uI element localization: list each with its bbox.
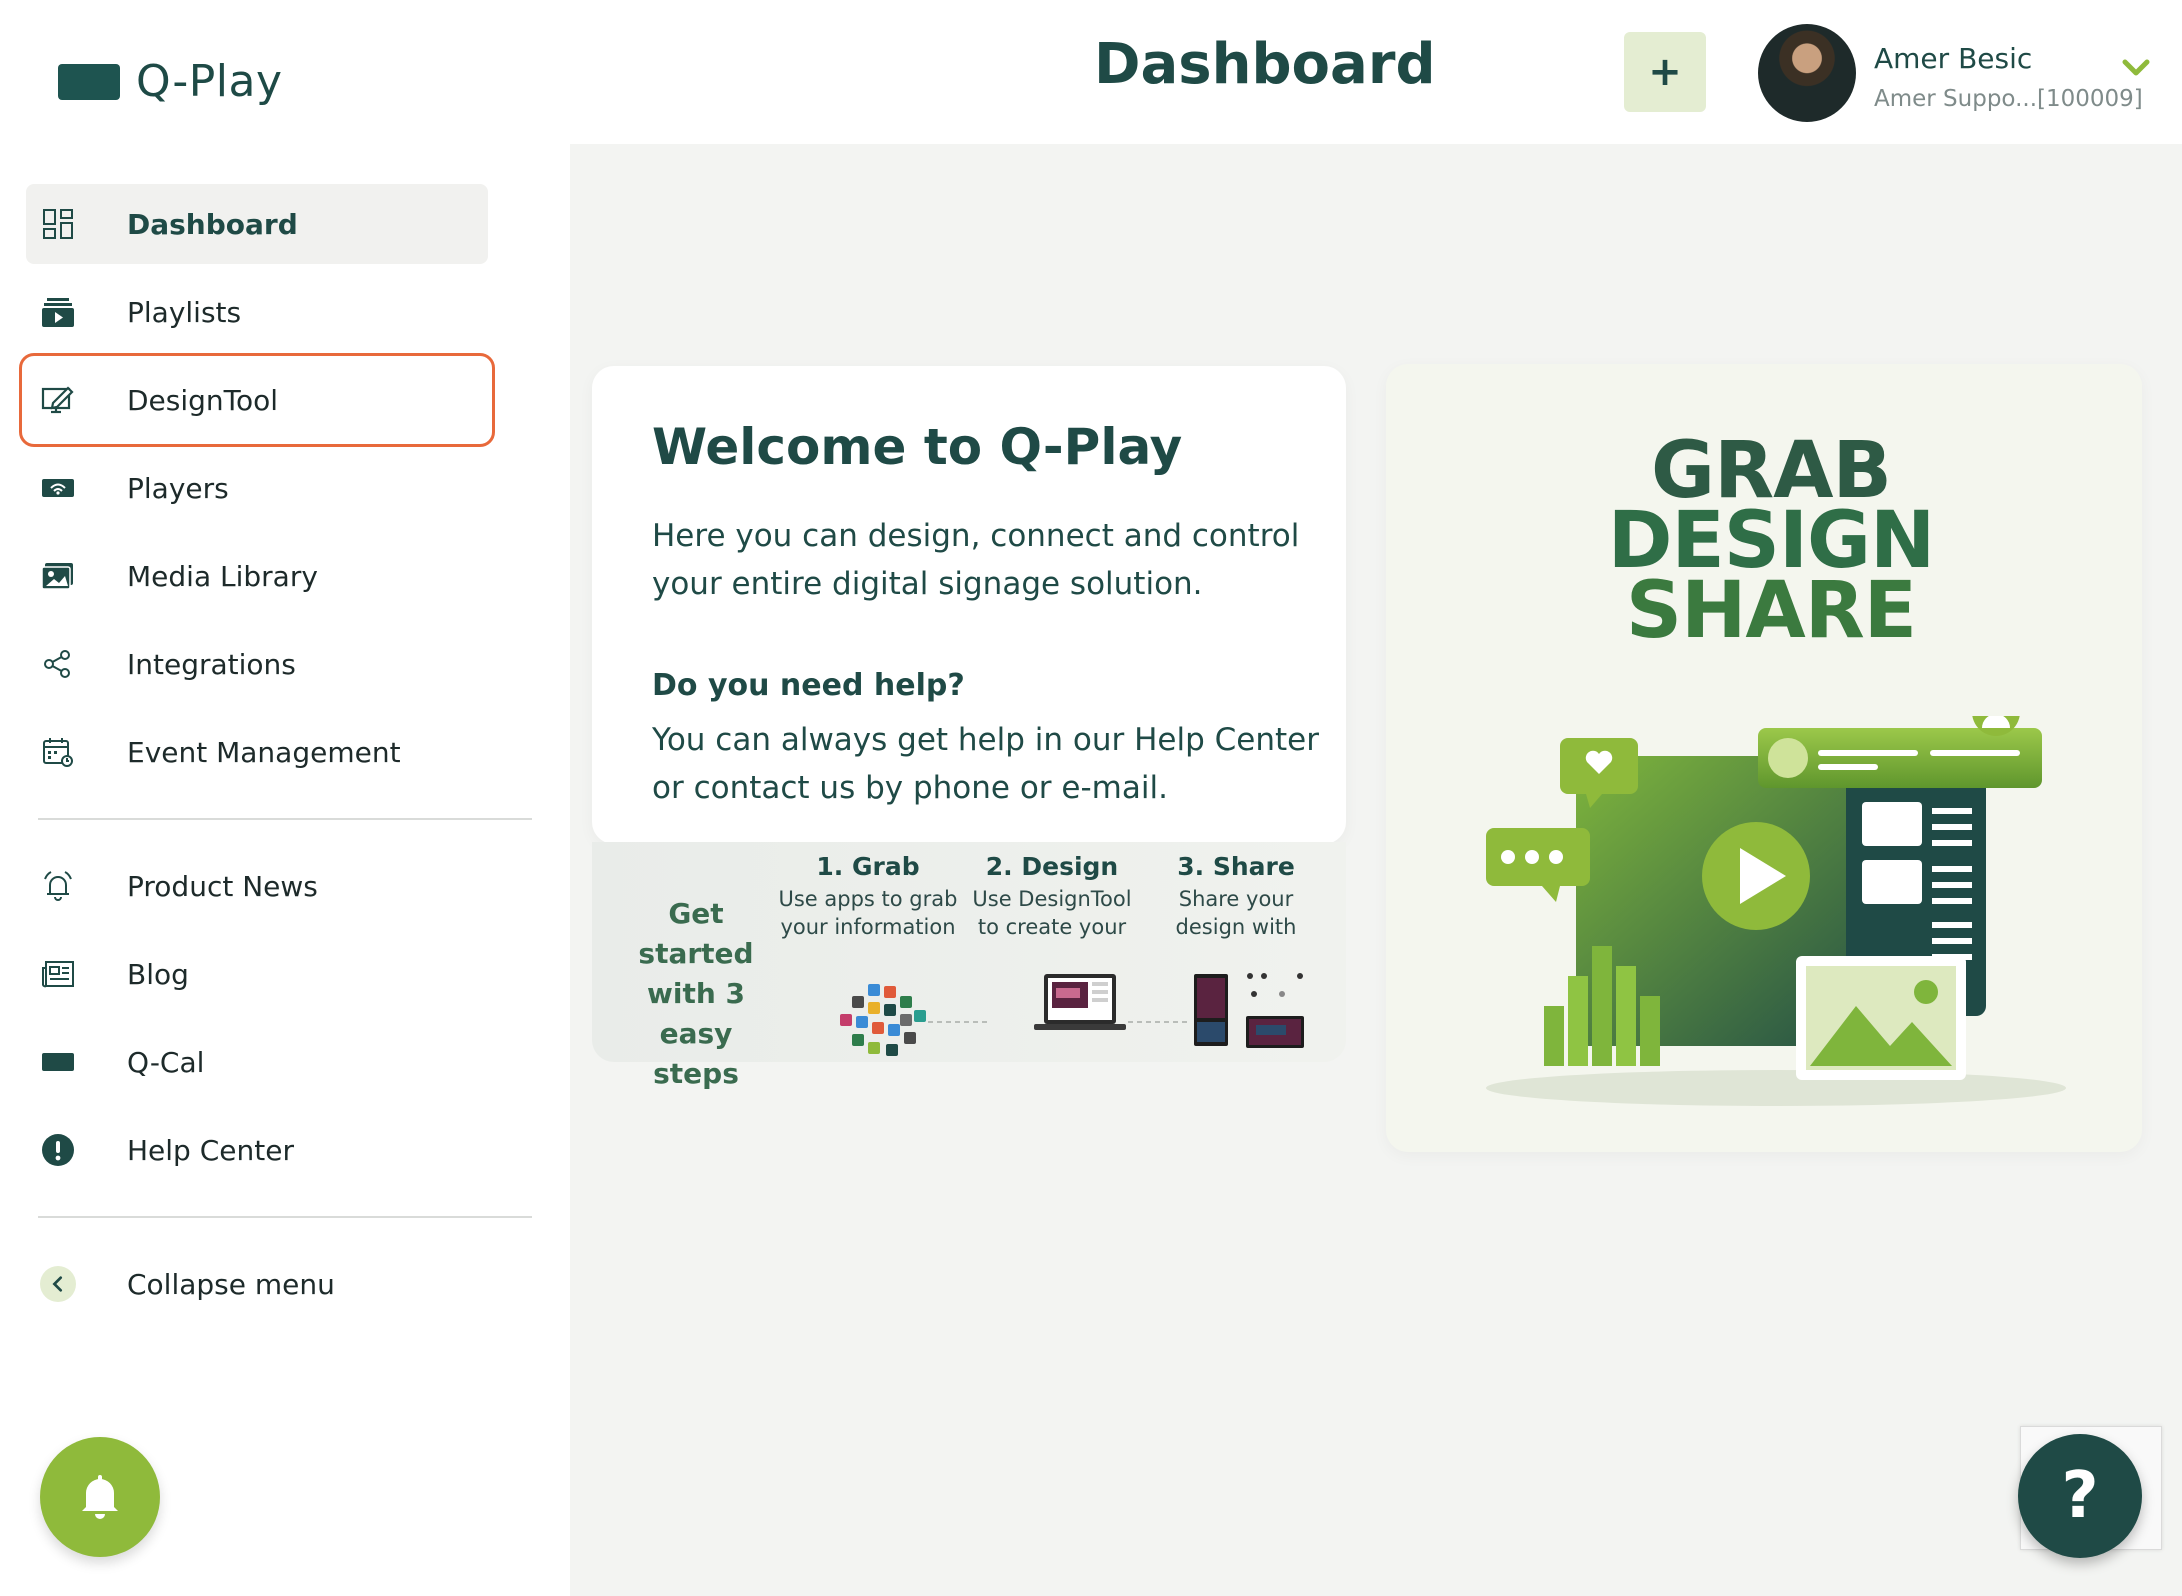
newspaper-icon	[40, 956, 76, 992]
welcome-title: Welcome to Q-Play	[652, 418, 1183, 476]
main-nav: Dashboard Playlists DesignTool Players M…	[19, 184, 532, 1332]
share-nodes-icon	[40, 646, 76, 682]
help-title: Do you need help?	[652, 668, 965, 703]
calendar-icon	[40, 734, 76, 770]
main-content: Welcome to Q-Play Here you can design, c…	[570, 144, 2182, 1596]
sidebar-item-label: Playlists	[127, 295, 242, 329]
apps-cluster-icon	[840, 984, 926, 1056]
sidebar-item-label: DesignTool	[127, 383, 279, 417]
sidebar-item-media-library[interactable]: Media Library	[26, 536, 532, 616]
dashed-connector	[928, 1021, 988, 1023]
sidebar-item-label: Integrations	[127, 647, 296, 681]
digital-signage-illustration	[1486, 716, 2066, 1106]
step-share: 3. Share Share your design with	[1146, 852, 1326, 941]
top-header: Dashboard + Amer Besic Amer Suppo...[100…	[570, 0, 2182, 144]
chevron-down-icon[interactable]	[2122, 58, 2150, 78]
nav-divider	[38, 1216, 532, 1218]
help-text: You can always get help in our Help Cent…	[652, 722, 1319, 806]
step-grab: 1. Grab Use apps to grab your informatio…	[778, 852, 958, 941]
nav-divider	[38, 818, 532, 820]
sidebar-item-label: Q-Cal	[127, 1045, 205, 1079]
sidebar-item-players[interactable]: Players	[26, 448, 532, 528]
sidebar-item-label: Media Library	[127, 559, 318, 593]
devices-icon	[1194, 973, 1304, 1048]
user-org[interactable]: Amer Suppo...[100009]	[1874, 86, 2143, 112]
notifications-button[interactable]	[40, 1437, 160, 1557]
step-title: 2. Design	[985, 852, 1119, 881]
sidebar-item-label: Players	[127, 471, 229, 505]
bell-icon	[82, 1475, 118, 1519]
page-title: Dashboard	[1094, 32, 1436, 97]
sidebar-item-blog[interactable]: Blog	[26, 934, 532, 1014]
bell-ring-icon	[40, 868, 76, 904]
playlist-icon	[40, 294, 76, 330]
design-edit-icon	[40, 382, 76, 418]
logo-text: Q-Play	[136, 56, 283, 107]
sidebar-item-dashboard[interactable]: Dashboard	[26, 184, 488, 264]
promo-heading: GRAB DESIGN SHARE	[1386, 432, 2156, 656]
player-wifi-icon	[40, 470, 76, 506]
sidebar-item-integrations[interactable]: Integrations	[26, 624, 532, 704]
welcome-card: Welcome to Q-Play Here you can design, c…	[592, 366, 1346, 844]
logo[interactable]: Q-Play	[58, 56, 283, 107]
collapse-menu-label: Collapse menu	[127, 1267, 335, 1301]
add-button[interactable]: +	[1624, 32, 1706, 112]
chevron-left-icon	[40, 1266, 76, 1302]
alert-circle-icon	[40, 1132, 76, 1168]
promo-line-share: SHARE	[1625, 566, 1917, 656]
sidebar-item-qcal[interactable]: Q-Cal	[26, 1022, 532, 1102]
user-name[interactable]: Amer Besic	[1874, 42, 2032, 75]
sidebar-item-label: Dashboard	[127, 207, 298, 241]
avatar[interactable]	[1758, 24, 1856, 122]
promo-card[interactable]: GRAB DESIGN SHARE	[1386, 364, 2142, 1152]
step-title: 3. Share	[1177, 852, 1295, 881]
sidebar-item-label: Event Management	[127, 735, 401, 769]
sidebar-item-playlists[interactable]: Playlists	[26, 272, 532, 352]
laptop-icon	[1034, 974, 1126, 1030]
media-image-icon	[40, 558, 76, 594]
sidebar-item-product-news[interactable]: Product News	[26, 846, 532, 926]
dashed-connector	[1128, 1021, 1188, 1023]
steps-banner[interactable]: Get started with 3 easy steps 1. Grab Us…	[592, 842, 1346, 1090]
welcome-text: Here you can design, connect and control…	[652, 518, 1300, 602]
sidebar-item-label: Product News	[127, 869, 318, 903]
sidebar-item-label: Blog	[127, 957, 189, 991]
sidebar-item-help-center[interactable]: Help Center	[26, 1110, 532, 1190]
step-desc: Use DesignTool to create your	[972, 887, 1132, 939]
dashboard-grid-icon	[40, 206, 76, 242]
qcal-icon	[40, 1044, 76, 1080]
logo-mark-icon	[58, 63, 120, 100]
step-design: 2. Design Use DesignTool to create your	[962, 852, 1142, 941]
step-desc: Use apps to grab your information	[778, 887, 958, 939]
sidebar: Q-Play Dashboard Playlists DesignTool Pl…	[0, 0, 570, 1596]
sidebar-item-event-management[interactable]: Event Management	[26, 712, 532, 792]
step-desc: Share your design with	[1175, 887, 1297, 939]
steps-heading: Get started with 3 easy steps	[638, 897, 754, 1090]
sidebar-item-designtool[interactable]: DesignTool	[19, 353, 495, 447]
collapse-menu-button[interactable]: Collapse menu	[26, 1244, 532, 1324]
step-title: 1. Grab	[816, 852, 920, 881]
help-chat-button[interactable]: ?	[2018, 1434, 2142, 1558]
sidebar-item-label: Help Center	[127, 1133, 294, 1167]
